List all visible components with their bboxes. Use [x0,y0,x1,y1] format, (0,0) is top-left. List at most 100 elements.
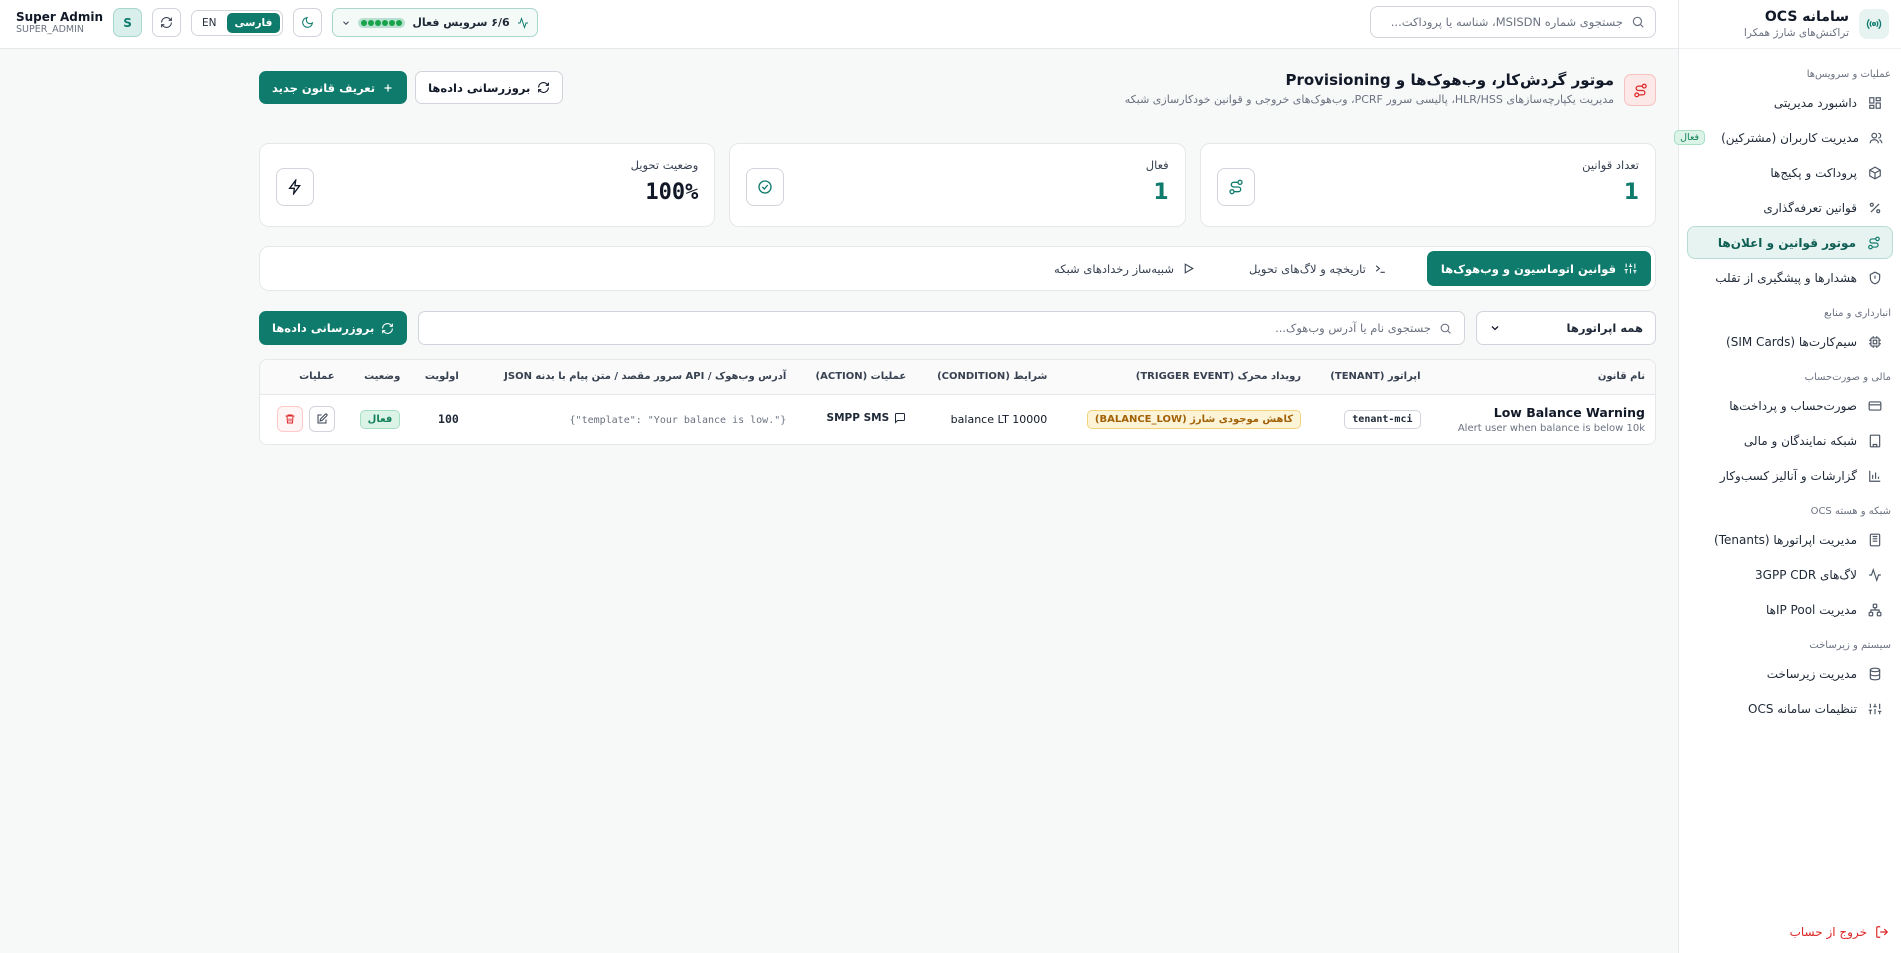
service-dots [358,17,406,28]
sidebar-nav: عملیات و سرویس‌ها داشبورد مدیریتی مدیریت… [1674,49,1901,725]
header-buttons: بروزرسانی داده‌ها تعریف قانون جدید [259,71,564,104]
sidebar-item-infrastructure[interactable]: مدیریت زیرساخت [1687,657,1893,690]
network-icon [1867,603,1883,617]
sidebar-item-reports[interactable]: گزارشات و آنالیز کسب‌وکار [1687,459,1893,492]
col-header-action: عملیات (ACTION) [796,360,917,395]
terminal-icon [1374,262,1387,275]
nav-section-title: انبارداری و منابع [1823,308,1891,319]
sidebar-item-label: داشبورد مدیریتی [1773,95,1857,110]
trigger-badge: کاهش موجودی شارژ (BALANCE_LOW) [1086,409,1302,429]
action-label: SMPP SMS [826,411,890,424]
chevron-down-icon [341,18,351,28]
stats-cards: تعداد قوانین 1 فعال 1 وضعیت تحویل 100% [259,143,1656,227]
tenant-badge: tenant-mci [1344,409,1421,429]
edit-button[interactable] [308,406,335,433]
stat-label: فعال [1145,158,1169,172]
col-header-trigger: رویداد محرک (TRIGGER EVENT) [1057,360,1312,395]
brand: سامانه OCS تراکنش‌های شارژ همکرا [1679,0,1901,49]
shield-icon [1867,271,1883,285]
tab-delivery-logs[interactable]: تاریخچه و لاگ‌های تحویل [1235,251,1401,286]
bolt-icon [276,168,315,206]
col-header-ops: عملیات [260,360,345,395]
sidebar-item-users[interactable]: مدیریت کاربران (مشترکین) فعال [1674,121,1893,154]
sidebar-item-sim-cards[interactable]: سیم‌کارت‌ها (SIM Cards) [1687,325,1893,358]
activity-icon [1867,567,1883,582]
topbar: جستجوی شماره MSISDN، شناسه یا پروداکت...… [0,0,1678,49]
sidebar-item-label: شبکه نمایندگان و مالی [1743,433,1857,448]
operator-select[interactable]: همه اپراتورها [1476,311,1656,345]
service-status-label: ۶/6 سرویس فعال [412,16,510,29]
moon-icon [301,16,314,29]
building-icon [1867,434,1883,448]
sidebar-item-label: پروداکت و پکیج‌ها [1770,165,1857,180]
sidebar-item-label: لاگ‌های 3GPP CDR [1755,567,1857,582]
delete-button[interactable] [276,406,303,433]
user-info: Super Admin SUPER_ADMIN [16,10,103,35]
tab-event-simulator[interactable]: شبیه‌ساز رخدادهای شبکه [1040,251,1209,286]
user-name: Super Admin [16,10,104,24]
chevron-down-icon [1489,322,1501,334]
sidebar-item-ip-pools[interactable]: مدیریت IP Poolها [1687,593,1893,626]
theme-toggle-button[interactable] [293,8,323,37]
sidebar-item-cdr-logs[interactable]: لاگ‌های 3GPP CDR [1687,558,1893,591]
search-icon [1631,15,1645,29]
route-icon [1624,74,1656,106]
sidebar-item-fraud[interactable]: هشدارها و پیشگیری از تقلب [1687,261,1893,294]
sidebar-item-products[interactable]: پروداکت و پکیج‌ها [1687,156,1893,189]
sidebar-item-label: تنظیمات سامانه OCS [1748,701,1857,716]
search-icon [1439,322,1452,335]
chip-icon [1867,335,1883,349]
sidebar-item-settings[interactable]: تنظیمات سامانه OCS [1687,692,1893,725]
language-switch: EN فارسی [191,9,284,36]
reload-button[interactable] [152,8,182,37]
table-row[interactable]: Low Balance Warning Alert user when bala… [260,394,1655,444]
sidebar-item-agents[interactable]: شبکه نمایندگان و مالی [1687,424,1893,457]
card-icon [1867,399,1883,413]
broadcast-icon [1859,9,1889,39]
stat-card-active: فعال 1 [729,143,1186,227]
tab-label: تاریخچه و لاگ‌های تحویل [1249,261,1366,276]
page-subtitle: مدیریت یکپارچه‌سازهای HLR/HSS، پالیسی سر… [1124,93,1614,106]
filter-bar: همه اپراتورها جستجوی نام یا آدرس وب‌هوک.… [259,311,1656,345]
new-rule-button[interactable]: تعریف قانون جدید [259,71,408,104]
topbar-actions: Super Admin SUPER_ADMIN S EN فارسی ۶/6 س… [16,8,538,37]
check-circle-icon [746,168,785,206]
sidebar: سامانه OCS تراکنش‌های شارژ همکرا عملیات … [1674,0,1901,953]
refresh-data-button[interactable]: بروزرسانی داده‌ها [415,71,564,104]
sidebar-item-label: مدیریت زیرساخت [1766,666,1857,681]
sidebar-item-billing[interactable]: صورت‌حساب و پرداخت‌ها [1687,389,1893,422]
tab-automation-rules[interactable]: قوانین اتوماسیون و وب‌هوک‌ها [1426,251,1651,286]
col-header-status: وضعیت [344,360,411,395]
tab-label: شبیه‌ساز رخدادهای شبکه [1054,261,1174,276]
logout-label: خروج از حساب [1789,925,1867,939]
sidebar-item-tenants[interactable]: مدیریت اپراتورها (Tenants) [1687,523,1893,556]
route-icon [1866,236,1882,250]
server-icon [1867,533,1883,547]
sidebar-item-label: گزارشات و آنالیز کسب‌وکار [1719,468,1857,483]
stat-card-delivery: وضعیت تحویل 100% [259,143,716,227]
logout-button[interactable]: خروج از حساب [1790,925,1889,939]
service-status-dropdown[interactable]: ۶/6 سرویس فعال [332,8,538,37]
users-icon [1869,131,1883,145]
lang-en-option[interactable]: EN [194,13,225,33]
page-title: موتور گردش‌کار، وب‌هوک‌ها و Provisioning [1285,71,1614,89]
priority-value: 100 [438,412,459,427]
status-badge: فعال [359,409,401,429]
new-rule-label: تعریف قانون جدید [272,80,376,95]
page-header: موتور گردش‌کار، وب‌هوک‌ها و Provisioning… [259,71,1656,111]
avatar[interactable]: S [113,8,143,37]
nav-section-title: شبکه و هسته OCS [1810,506,1891,517]
action-cell: SMPP SMS [827,412,907,424]
stat-label: وضعیت تحویل [630,158,699,172]
rule-search-input[interactable]: جستجوی نام یا آدرس وب‌هوک... [418,311,1465,345]
package-icon [1867,165,1883,180]
logout-icon [1875,925,1889,939]
global-search-input[interactable]: جستجوی شماره MSISDN، شناسه یا پروداکت... [1370,6,1656,38]
sidebar-item-tariffs[interactable]: قوانین تعرفه‌گذاری [1687,191,1893,224]
active-badge: فعال [1674,130,1706,145]
sidebar-item-rules-engine[interactable]: موتور قوانین و اعلان‌ها [1687,226,1893,259]
refresh-list-button[interactable]: بروزرسانی داده‌ها [259,311,408,345]
lang-fa-option[interactable]: فارسی [226,12,281,33]
stat-value: 100% [645,180,699,205]
sidebar-item-dashboard[interactable]: داشبورد مدیریتی [1687,86,1893,119]
